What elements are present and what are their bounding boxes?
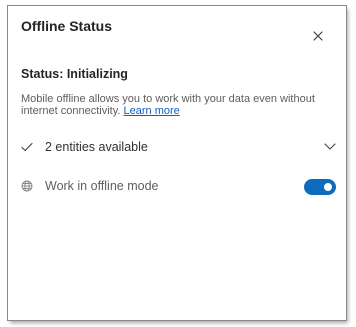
offline-mode-row: Work in offline mode [19, 175, 337, 197]
checkmark-icon [19, 139, 35, 155]
offline-mode-toggle[interactable] [304, 179, 336, 195]
description: Mobile offline allows you to work with y… [21, 93, 321, 117]
entities-label: 2 entities available [45, 140, 148, 154]
status-text: Status: Initializing [21, 67, 128, 81]
learn-more-link[interactable]: Learn more [124, 105, 180, 117]
toggle-knob [324, 183, 332, 191]
offline-mode-label: Work in offline mode [45, 179, 159, 193]
globe-icon [19, 178, 35, 194]
entities-row[interactable]: 2 entities available [19, 136, 337, 158]
close-button[interactable] [308, 26, 328, 46]
chevron-down-icon[interactable] [323, 139, 337, 153]
close-icon [313, 31, 323, 41]
panel-title: Offline Status [21, 18, 113, 34]
offline-status-panel: Offline Status Status: Initializing Mobi… [8, 6, 346, 320]
